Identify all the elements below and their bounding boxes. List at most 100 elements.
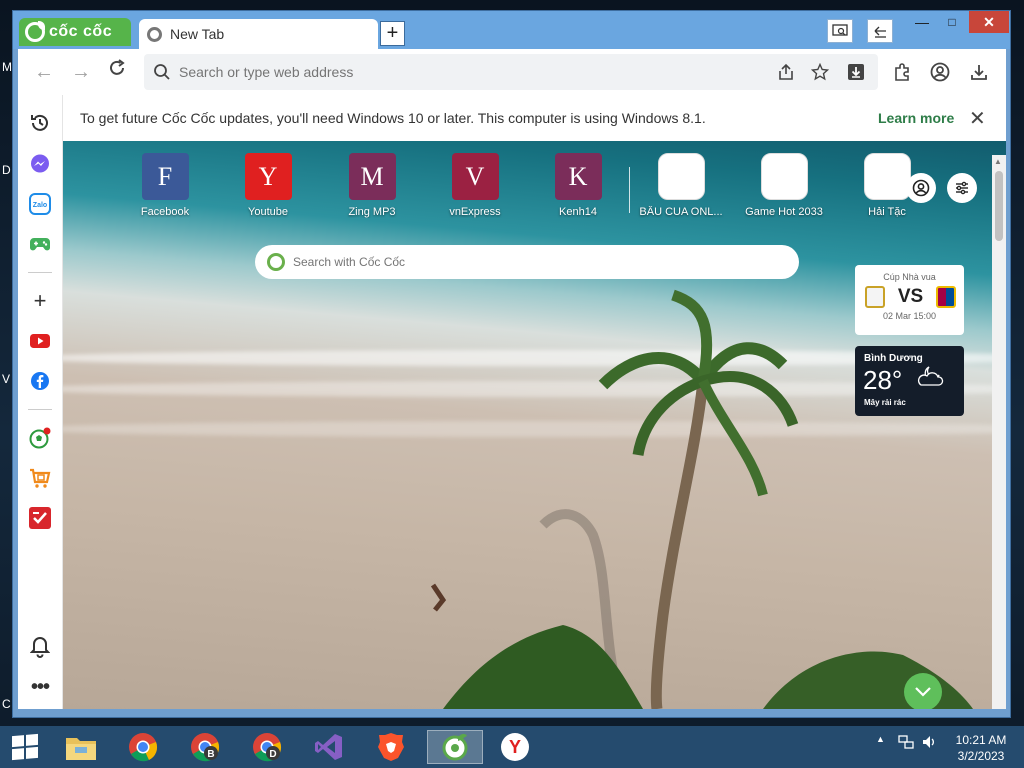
- download-video-button[interactable]: [844, 60, 868, 84]
- shopping-cart-icon: [30, 468, 51, 488]
- page-search-input[interactable]: [293, 255, 773, 269]
- scroll-up-arrow-icon[interactable]: ▲: [994, 157, 1002, 166]
- taskbar: B D Y ▲ 10:21 AM 3/2/2023: [0, 726, 1024, 768]
- address-input[interactable]: [179, 64, 739, 80]
- close-window-button[interactable]: ✕: [969, 11, 1009, 33]
- cloudy-moon-icon: [917, 366, 944, 386]
- tab-new-tab[interactable]: New Tab: [139, 19, 378, 49]
- tile-label: Game Hot 2033: [745, 206, 823, 218]
- forward-button[interactable]: →: [67, 58, 95, 86]
- taskbar-file-explorer[interactable]: [55, 730, 107, 764]
- sidebar-notifications[interactable]: [28, 635, 52, 659]
- taskbar-brave[interactable]: [365, 730, 417, 764]
- speed-dial-zing-mp3[interactable]: M Zing MP3: [325, 153, 419, 218]
- chevron-down-icon: [915, 687, 931, 697]
- match-vs: VS: [897, 286, 924, 307]
- scroll-down-button[interactable]: [904, 673, 942, 709]
- tab-search-button[interactable]: [827, 19, 853, 43]
- sidebar-add-button[interactable]: +: [28, 288, 52, 313]
- learn-more-link[interactable]: Learn more: [878, 110, 954, 126]
- tray-expand-icon[interactable]: ▲: [876, 734, 885, 744]
- tray-network-icon[interactable]: [898, 734, 914, 753]
- scrollbar-thumb[interactable]: [995, 171, 1003, 241]
- taskbar-chrome-profile-b[interactable]: B: [179, 730, 231, 764]
- sidebar-zalo[interactable]: Zalo: [28, 192, 52, 216]
- speed-dial-kenh14[interactable]: K Kenh14: [531, 153, 625, 218]
- weather-description: Mây rải rác: [864, 398, 906, 407]
- sidebar-history[interactable]: [28, 111, 52, 135]
- sidebar-facebook[interactable]: [28, 369, 52, 393]
- taskbar-chrome[interactable]: [117, 730, 169, 764]
- maximize-button[interactable]: □: [938, 11, 966, 33]
- share-button[interactable]: [774, 60, 798, 84]
- taskbar-chrome-profile-d[interactable]: D: [241, 730, 293, 764]
- coccoc-menu-button[interactable]: cốc cốc: [19, 18, 131, 46]
- back-button[interactable]: ←: [30, 58, 58, 86]
- brave-lion-icon: [378, 733, 404, 761]
- tile-label: Kenh14: [559, 206, 597, 218]
- sidebar-football[interactable]: [28, 426, 52, 450]
- account-icon: [912, 179, 930, 197]
- taskbar-visual-studio[interactable]: [303, 730, 355, 764]
- page-scrollbar[interactable]: ▲: [992, 155, 1006, 709]
- profile-badge-letter: D: [269, 749, 276, 760]
- tile-label: Hải Tặc: [868, 206, 906, 218]
- tile-label: vnExpress: [449, 206, 501, 218]
- sidebar-games[interactable]: [28, 232, 52, 256]
- tab-title: New Tab: [170, 26, 225, 42]
- taskbar-coccoc[interactable]: [427, 730, 483, 764]
- notice-close-button[interactable]: ✕: [969, 106, 986, 131]
- puzzle-icon: [895, 63, 909, 81]
- account-button[interactable]: [906, 173, 936, 203]
- bookmark-button[interactable]: [808, 60, 832, 84]
- downloads-button[interactable]: [965, 58, 993, 86]
- address-bar[interactable]: [144, 54, 878, 90]
- sidebar-divider: [28, 409, 52, 410]
- system-clock[interactable]: 10:21 AM 3/2/2023: [952, 732, 1010, 764]
- match-widget[interactable]: Cúp Nhà vua VS 02 Mar 15:00: [855, 265, 964, 335]
- speed-dial-facebook[interactable]: F Facebook: [118, 153, 212, 218]
- new-tab-page: To get future Cốc Cốc updates, you'll ne…: [63, 95, 1006, 709]
- desktop-icon-label: C: [2, 697, 11, 711]
- sliders-icon: [956, 181, 968, 195]
- reload-button[interactable]: [103, 58, 131, 86]
- speed-dial-bau-cua[interactable]: BẦU CUA ONL...: [634, 153, 728, 218]
- match-date: 02 Mar 15:00: [882, 311, 937, 321]
- gamepad-icon: [29, 238, 51, 251]
- network-icon: [898, 735, 914, 749]
- tile-label: BẦU CUA ONL...: [639, 206, 723, 218]
- sidebar-youtube[interactable]: [28, 329, 52, 353]
- youtube-icon: [30, 334, 50, 348]
- visual-studio-icon: [315, 734, 342, 760]
- speed-dial-game-hot[interactable]: Game Hot 2033: [737, 153, 831, 218]
- chrome-profile-icon: B: [191, 733, 220, 762]
- tab-search-icon: [832, 24, 848, 36]
- taskbar-yandex[interactable]: Y: [489, 730, 541, 764]
- speed-dial-youtube[interactable]: Y Youtube: [221, 153, 315, 218]
- tile-label: Facebook: [140, 206, 190, 218]
- download-box-icon: [848, 64, 864, 80]
- barcelona-crest-icon: [935, 286, 956, 308]
- weather-widget[interactable]: Bình Dương 28° Mây rải rác: [855, 346, 964, 416]
- profile-button[interactable]: [926, 58, 954, 86]
- sidebar-more-button[interactable]: •••: [28, 675, 52, 699]
- customize-button[interactable]: [947, 173, 977, 203]
- more-dots-icon: •••: [30, 675, 50, 698]
- history-icon: [31, 114, 48, 131]
- page-search-box[interactable]: [255, 245, 799, 279]
- new-tab-button[interactable]: +: [380, 21, 405, 46]
- sidebar-toggle-button[interactable]: [867, 19, 893, 43]
- todo-check-icon: [29, 507, 51, 529]
- start-button[interactable]: [12, 733, 38, 761]
- minimize-button[interactable]: —: [908, 11, 936, 33]
- sidebar-messenger[interactable]: [28, 152, 52, 176]
- tray-volume-icon[interactable]: [921, 734, 937, 753]
- sidebar-shopping[interactable]: [28, 466, 52, 490]
- desktop-icon-label: M: [2, 60, 12, 74]
- sidebar: Zalo + •••: [18, 95, 63, 709]
- extensions-button[interactable]: [888, 58, 916, 86]
- title-bar[interactable]: cốc cốc New Tab + — □ ✕: [13, 11, 1010, 49]
- coccoc-leaf-icon: [267, 253, 285, 271]
- sidebar-todo[interactable]: [28, 506, 52, 530]
- speed-dial-vnexpress[interactable]: V vnExpress: [428, 153, 522, 218]
